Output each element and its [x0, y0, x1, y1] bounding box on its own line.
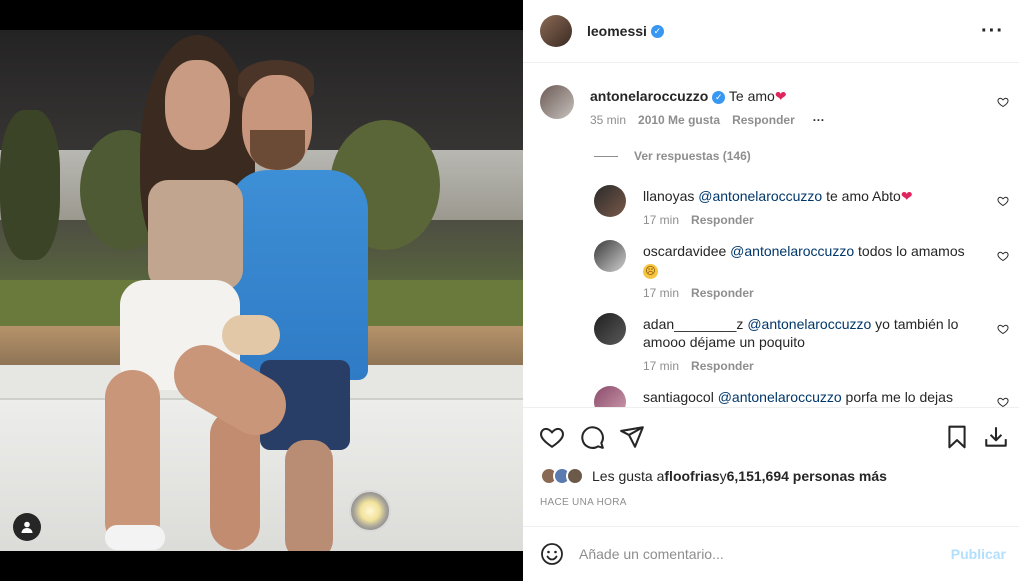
comment-mention[interactable]: @antonelaroccuzzo	[718, 389, 842, 405]
comment-time: 17 min	[643, 359, 680, 373]
comment-body: llanoyas @antonelaroccuzzo te amo Abto❤	[643, 187, 913, 205]
sad-face-emoji-icon: ☹	[643, 264, 658, 279]
like-comment-heart-icon[interactable]	[997, 195, 1009, 207]
commenter-username[interactable]: oscardavidee	[643, 243, 726, 259]
red-heart-icon: ❤	[774, 88, 787, 104]
comments-list: antonelaroccuzzo ✓ Te amo❤ 35 min 2010 Me…	[523, 63, 1019, 407]
liker-username[interactable]: floofrias	[664, 468, 719, 484]
more-horizontal-icon: ···	[981, 20, 1004, 42]
comment-body: santiagocol @antonelaroccuzzo porfa me l…	[643, 388, 973, 406]
like-comment-heart-icon[interactable]	[997, 250, 1009, 262]
commenter-username[interactable]: llanoyas	[643, 188, 694, 204]
comment-options-icon[interactable]: ···	[813, 113, 825, 127]
commenter-avatar[interactable]	[594, 185, 626, 217]
reply-button[interactable]: Responder	[691, 359, 754, 373]
photo-person	[285, 440, 333, 551]
reply-button[interactable]: Responder	[691, 286, 754, 300]
more-options-button[interactable]: ···	[981, 20, 1004, 43]
likes-count[interactable]: 6,151,694 personas más	[727, 468, 887, 484]
commenter-avatar[interactable]	[594, 313, 626, 345]
post-media-pane	[0, 0, 523, 581]
red-heart-icon: ❤	[900, 188, 913, 204]
author-username[interactable]: leomessi	[587, 23, 647, 39]
likes-prefix: Les gusta a	[592, 468, 665, 484]
photo-person	[105, 370, 160, 550]
photo-person	[250, 130, 305, 170]
emoji-picker-icon[interactable]	[540, 542, 564, 566]
post-timestamp[interactable]: HACE UNA HORA	[540, 497, 627, 508]
photo-lamp	[349, 490, 391, 532]
commenter-avatar[interactable]	[594, 240, 626, 272]
post-actions-bar	[523, 407, 1019, 465]
comment-time: 17 min	[643, 286, 680, 300]
like-comment-heart-icon[interactable]	[997, 96, 1009, 108]
comment-text: todos lo amamos	[854, 243, 965, 259]
likes-summary: Les gusta a floofrias y 6,151,694 person…	[540, 465, 887, 487]
download-icon[interactable]	[983, 424, 1009, 450]
comment-bubble-icon[interactable]	[579, 424, 605, 450]
post-header: leomessi ✓ ···	[523, 0, 1019, 63]
commenter-avatar[interactable]	[540, 85, 574, 119]
comment-meta: 17 min Responder	[643, 359, 754, 373]
comment-text: Te amo	[728, 88, 775, 104]
view-replies-button[interactable]: Ver respuestas (146)	[594, 149, 751, 163]
post-panel: leomessi ✓ ··· antonelaroccuzzo ✓ Te amo❤…	[523, 0, 1019, 581]
commenter-avatar[interactable]	[594, 386, 626, 407]
comment-likes-count[interactable]: 2010 Me gusta	[638, 113, 720, 127]
comment-mention[interactable]: @antonelaroccuzzo	[747, 316, 871, 332]
reply-button[interactable]: Responder	[732, 113, 795, 127]
photo-bag	[222, 315, 280, 355]
photo-sneaker	[105, 525, 165, 550]
author-avatar[interactable]	[540, 15, 572, 47]
like-heart-icon[interactable]	[539, 424, 565, 450]
publish-button[interactable]: Publicar	[951, 546, 1006, 562]
comment-text: porfa me lo dejas	[841, 389, 953, 405]
commenter-username[interactable]: adan________z	[643, 316, 743, 332]
comment-mention[interactable]: @antonelaroccuzzo	[730, 243, 854, 259]
bookmark-icon[interactable]	[944, 424, 970, 450]
share-paper-plane-icon[interactable]	[619, 424, 645, 450]
comment-meta: 17 min Responder	[643, 213, 754, 227]
add-comment-bar: Publicar	[523, 526, 1019, 581]
user-icon	[21, 521, 33, 533]
likes-conjunction: y	[719, 468, 727, 484]
comment-time: 35 min	[590, 113, 627, 127]
comment-meta: 35 min 2010 Me gusta Responder ···	[590, 113, 825, 127]
like-comment-heart-icon[interactable]	[997, 323, 1009, 335]
reply-button[interactable]: Responder	[691, 213, 754, 227]
view-replies-label: Ver respuestas (146)	[634, 149, 751, 163]
photo-tree	[0, 110, 60, 260]
post-photo[interactable]	[0, 30, 523, 551]
like-comment-heart-icon[interactable]	[997, 396, 1009, 407]
photo-person	[148, 180, 243, 290]
commenter-username[interactable]: antonelaroccuzzo	[590, 88, 708, 104]
replies-divider-line	[594, 155, 618, 157]
verified-badge-icon: ✓	[712, 90, 726, 104]
commenter-username[interactable]: santiagocol	[643, 389, 714, 405]
tagged-users-button[interactable]	[13, 513, 41, 541]
comment-meta: 17 min Responder	[643, 286, 754, 300]
verified-badge-icon: ✓	[650, 24, 664, 38]
comment-body: adan________z @antonelaroccuzzo yo tambi…	[643, 315, 973, 351]
photo-person	[165, 60, 230, 150]
comment-text: te amo Abto	[822, 188, 901, 204]
comment-body: antonelaroccuzzo ✓ Te amo❤	[590, 87, 787, 105]
liker-avatars[interactable]	[540, 467, 584, 485]
comment-mention[interactable]: @antonelaroccuzzo	[698, 188, 822, 204]
comment-time: 17 min	[643, 213, 680, 227]
liker-avatar	[566, 467, 584, 485]
comment-body: oscardavidee @antonelaroccuzzo todos lo …	[643, 242, 973, 279]
comment-input[interactable]	[579, 546, 919, 562]
